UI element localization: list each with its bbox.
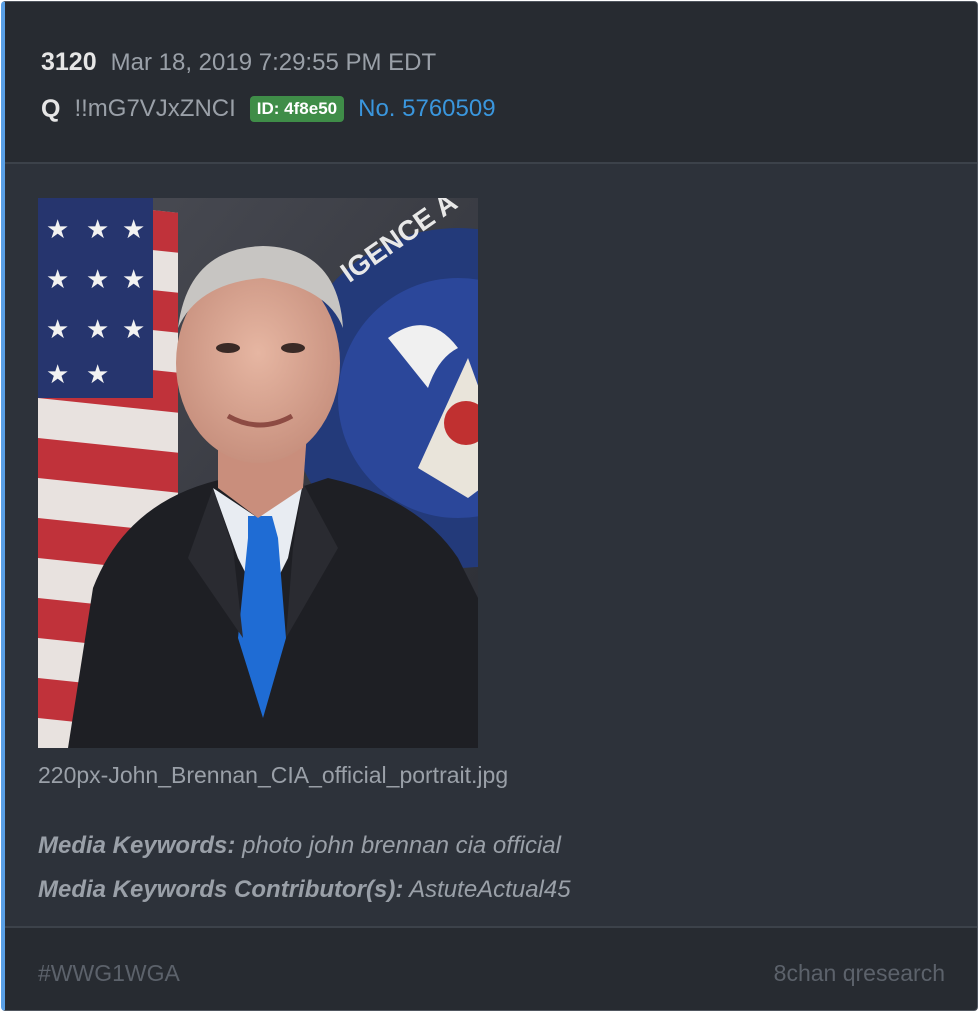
svg-text:★: ★: [122, 265, 145, 295]
post-header: 3120 Mar 18, 2019 7:29:55 PM EDT Q !!mG7…: [5, 2, 977, 164]
svg-text:★: ★: [86, 215, 109, 245]
svg-text:★: ★: [46, 315, 69, 345]
post-number: 3120: [41, 48, 97, 76]
post-author-row: Q !!mG7VJxZNCI ID: 4f8e50 No. 5760509: [41, 92, 496, 126]
svg-text:★: ★: [86, 360, 109, 390]
post-date: Mar 18, 2019 7:29:55 PM EDT: [110, 49, 437, 76]
tripcode: !!mG7VJxZNCI: [74, 95, 236, 122]
svg-text:★: ★: [46, 215, 69, 245]
post-meta-row: 3120 Mar 18, 2019 7:29:55 PM EDT: [41, 48, 436, 82]
svg-text:★: ★: [86, 315, 109, 345]
svg-text:★: ★: [122, 215, 145, 245]
hashtag: #WWG1WGA: [38, 960, 180, 986]
media-contributors-label: Media Keywords Contributor(s):: [38, 876, 404, 903]
svg-text:★: ★: [46, 360, 69, 390]
media-keywords-contributors: Media Keywords Contributor(s): AstuteAct…: [38, 876, 571, 904]
svg-text:★: ★: [122, 315, 145, 345]
post-image[interactable]: ★ ★ ★ ★ ★ ★ ★ ★ ★ ★ ★ IGENCE A: [38, 198, 478, 748]
media-keywords-label: Media Keywords:: [38, 832, 236, 859]
image-filename[interactable]: 220px-John_Brennan_CIA_official_portrait…: [38, 762, 508, 789]
media-keywords-value: photo john brennan cia official: [242, 832, 561, 859]
svg-text:★: ★: [86, 265, 109, 295]
source-board: 8chan qresearch: [773, 960, 945, 986]
post-card: 3120 Mar 18, 2019 7:29:55 PM EDT Q !!mG7…: [1, 1, 978, 1011]
svg-text:★: ★: [46, 265, 69, 295]
post-number-link[interactable]: No. 5760509: [358, 95, 495, 123]
id-badge: ID: 4f8e50: [249, 96, 345, 122]
media-contributors-value: AstuteActual45: [409, 876, 571, 903]
post-footer: #WWG1WGA 8chan qresearch: [5, 926, 977, 1010]
media-keywords: Media Keywords: photo john brennan cia o…: [38, 832, 561, 860]
post-author: Q: [41, 94, 61, 123]
